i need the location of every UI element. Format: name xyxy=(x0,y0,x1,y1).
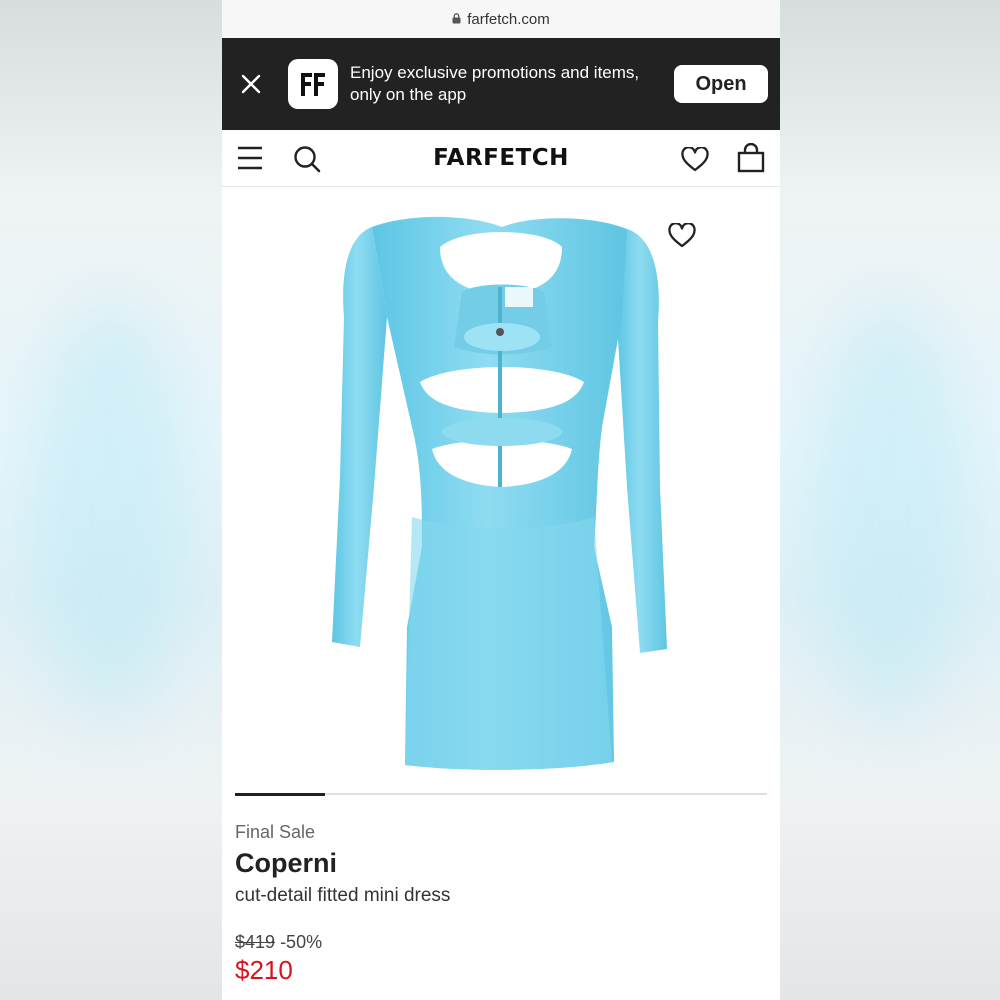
url-text: farfetch.com xyxy=(467,10,550,28)
shopping-bag-icon[interactable] xyxy=(737,143,765,173)
heart-icon[interactable] xyxy=(681,147,709,172)
farfetch-logo-icon xyxy=(301,73,325,96)
final-sale-label: Final Sale xyxy=(235,822,316,842)
original-price: $419 xyxy=(235,932,276,952)
product-name: cut-detail fitted mini dress xyxy=(235,885,451,906)
wishlist-heart-icon[interactable] xyxy=(668,223,696,248)
image-carousel-progress-fill xyxy=(235,793,326,796)
sale-price: $210 xyxy=(235,955,293,985)
site-header: FARFETCH xyxy=(222,130,780,187)
app-promo-banner: Enjoy exclusive promotions and items, on… xyxy=(222,38,780,130)
banner-message: Enjoy exclusive promotions and items, on… xyxy=(350,62,674,106)
browser-url-bar[interactable]: farfetch.com xyxy=(222,0,780,38)
open-app-button[interactable]: Open xyxy=(674,65,768,103)
close-banner-button[interactable] xyxy=(222,73,280,95)
banner-text-line2: only on the app xyxy=(350,85,467,104)
product-image xyxy=(332,216,667,770)
close-icon xyxy=(241,74,261,94)
product-image-carousel[interactable] xyxy=(222,187,780,795)
discount-percent: -50% xyxy=(280,932,323,952)
banner-text-line1: Enjoy exclusive promotions and items, xyxy=(350,63,640,82)
original-price-row: $419 -50% xyxy=(235,932,322,953)
designer-name[interactable]: Coperni xyxy=(235,848,337,879)
background-blur-right xyxy=(780,0,1000,1000)
background-blur-left xyxy=(0,0,222,1000)
app-icon xyxy=(288,59,338,109)
phone-screen: farfetch.com Enjoy exclusive promotions … xyxy=(222,0,780,1000)
lock-icon xyxy=(452,12,461,23)
image-carousel-progress xyxy=(235,793,767,796)
